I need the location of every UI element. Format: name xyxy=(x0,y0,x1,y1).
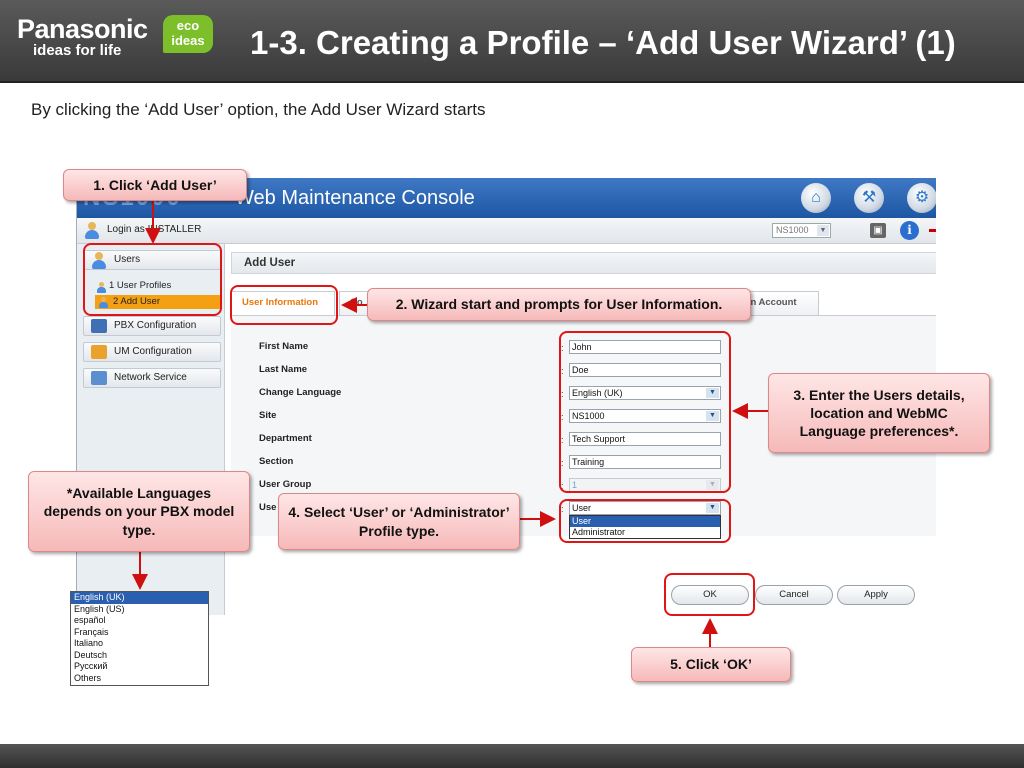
panasonic-logo: Panasonic xyxy=(17,14,148,44)
settings-icon[interactable]: ⚙ xyxy=(907,183,936,213)
first-name-label: First Name xyxy=(259,341,309,352)
callout-wizard-start: 2. Wizard start and prompts for User Inf… xyxy=(367,288,751,321)
eco-ideas-badge: eco ideas xyxy=(163,15,213,53)
sidebar-item-pbx-configuration[interactable]: PBX Configuration xyxy=(83,316,221,336)
chevron-down-icon: ▼ xyxy=(817,225,829,236)
info-icon[interactable]: i xyxy=(900,221,919,240)
highlight-users-nav xyxy=(83,243,222,316)
sidebar-item-network-service[interactable]: Network Service xyxy=(83,368,221,388)
apply-button[interactable]: Apply xyxy=(837,585,915,605)
language-option[interactable]: Italiano xyxy=(71,638,208,650)
console-title: Web Maintenance Console xyxy=(235,187,475,209)
slide-footer xyxy=(0,744,1024,768)
callout-select-profile: 4. Select ‘User’ or ‘Administrator’ Prof… xyxy=(278,493,520,550)
network-icon xyxy=(91,371,107,385)
home-icon[interactable]: ⌂ xyxy=(801,183,831,213)
language-option[interactable]: English (UK) xyxy=(71,592,208,604)
highlight-user-type xyxy=(559,499,731,543)
callout-click-ok: 5. Click ‘OK’ xyxy=(631,647,791,682)
login-bar: Login as INSTALLER NS1000 ▼ ▣ i xyxy=(77,218,936,244)
login-status: Login as INSTALLER xyxy=(107,224,202,235)
highlight-ok-button xyxy=(664,573,755,616)
callout-click-add-user: 1. Click ‘Add User’ xyxy=(63,169,247,201)
language-option[interactable]: español xyxy=(71,615,208,627)
site-label: Site xyxy=(259,410,277,421)
user-group-label: User Group xyxy=(259,479,312,490)
highlight-user-details xyxy=(559,331,731,493)
language-option[interactable]: Français xyxy=(71,627,208,639)
intro-text: By clicking the ‘Add User’ option, the A… xyxy=(31,100,486,119)
um-icon xyxy=(91,345,107,359)
language-options-list: English (UK) English (US) español França… xyxy=(70,591,209,686)
system-select[interactable]: NS1000 ▼ xyxy=(772,223,831,238)
language-option[interactable]: Deutsch xyxy=(71,650,208,662)
callout-languages-note: *Available Languages depends on your PBX… xyxy=(28,471,250,552)
department-label: Department xyxy=(259,433,312,444)
save-icon[interactable]: ▣ xyxy=(870,223,886,238)
language-option[interactable]: Others xyxy=(71,673,208,685)
callout-enter-details: 3. Enter the Users details, location and… xyxy=(768,373,990,453)
cancel-button[interactable]: Cancel xyxy=(755,585,833,605)
pbx-icon xyxy=(91,319,107,333)
tab-partial[interactable]: Co xyxy=(339,291,369,315)
user-icon xyxy=(85,222,99,239)
slide-header: Panasonic ideas for life eco ideas 1-3. … xyxy=(0,0,1024,83)
language-option[interactable]: Русский xyxy=(71,661,208,673)
brand-tagline: ideas for life xyxy=(33,42,122,59)
user-type-label: Use xyxy=(259,502,277,513)
last-name-label: Last Name xyxy=(259,364,308,375)
section-label: Section xyxy=(259,456,294,467)
sidebar-item-um-configuration[interactable]: UM Configuration xyxy=(83,342,221,362)
change-language-label: Change Language xyxy=(259,387,342,398)
close-indicator-icon[interactable] xyxy=(929,229,936,232)
page-title: Add User xyxy=(231,252,936,274)
language-option[interactable]: English (US) xyxy=(71,604,208,616)
slide-title: 1-3. Creating a Profile – ‘Add User Wiza… xyxy=(250,24,956,61)
tools-icon[interactable]: ⚒ xyxy=(854,183,884,213)
highlight-user-info-tab xyxy=(230,285,338,325)
